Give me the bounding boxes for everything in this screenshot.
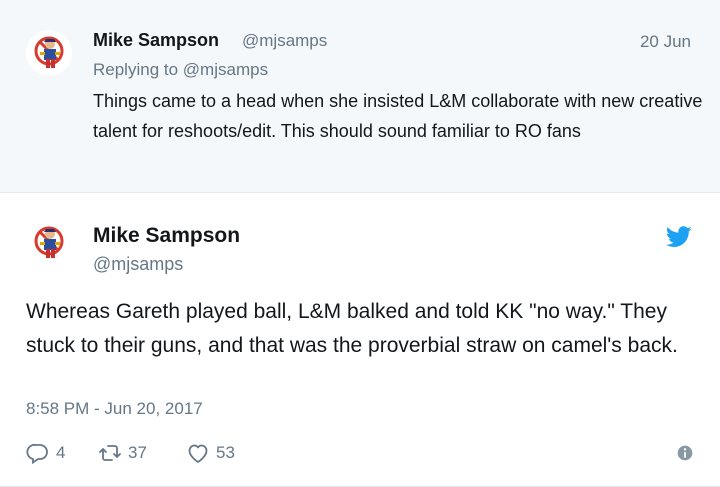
avatar[interactable]: [26, 220, 72, 266]
retweet-icon: [99, 445, 121, 461]
parent-tweet[interactable]: Mike Sampson @mjsamps 20 Jun Replying to…: [0, 0, 720, 193]
reply-count: 4: [56, 443, 66, 462]
parent-tweet-text: Things came to a head when she insisted …: [93, 91, 703, 141]
author-name[interactable]: Mike Sampson: [93, 224, 240, 248]
replying-to-handle[interactable]: @mjsamps: [183, 60, 268, 79]
tweet-text: Whereas Gareth played ball, L&M balked a…: [26, 300, 678, 357]
author-name[interactable]: Mike Sampson: [93, 30, 219, 51]
tweet-date[interactable]: 20 Jun: [640, 32, 691, 52]
like-button[interactable]: 53: [186, 438, 235, 468]
tweet-actions: 4 37 53: [26, 438, 696, 468]
reply-button[interactable]: 4: [26, 438, 65, 468]
author-handle[interactable]: @mjsamps: [242, 31, 327, 51]
replying-to: Replying to @mjsamps: [93, 60, 268, 80]
like-count: 53: [216, 443, 235, 462]
twitter-bird-icon[interactable]: [666, 226, 692, 248]
reply-icon: [26, 443, 48, 465]
retweet-button[interactable]: 37: [98, 438, 147, 468]
tweet-timestamp[interactable]: 8:58 PM - Jun 20, 2017: [26, 399, 203, 419]
tweet-embed: Mike Sampson @mjsamps 20 Jun Replying to…: [0, 0, 720, 487]
replying-to-label: Replying to: [93, 60, 179, 79]
retweet-count: 37: [128, 443, 147, 462]
info-icon[interactable]: [674, 442, 696, 464]
heart-icon: [188, 444, 208, 463]
author-handle[interactable]: @mjsamps: [93, 254, 183, 275]
avatar[interactable]: [26, 30, 72, 76]
